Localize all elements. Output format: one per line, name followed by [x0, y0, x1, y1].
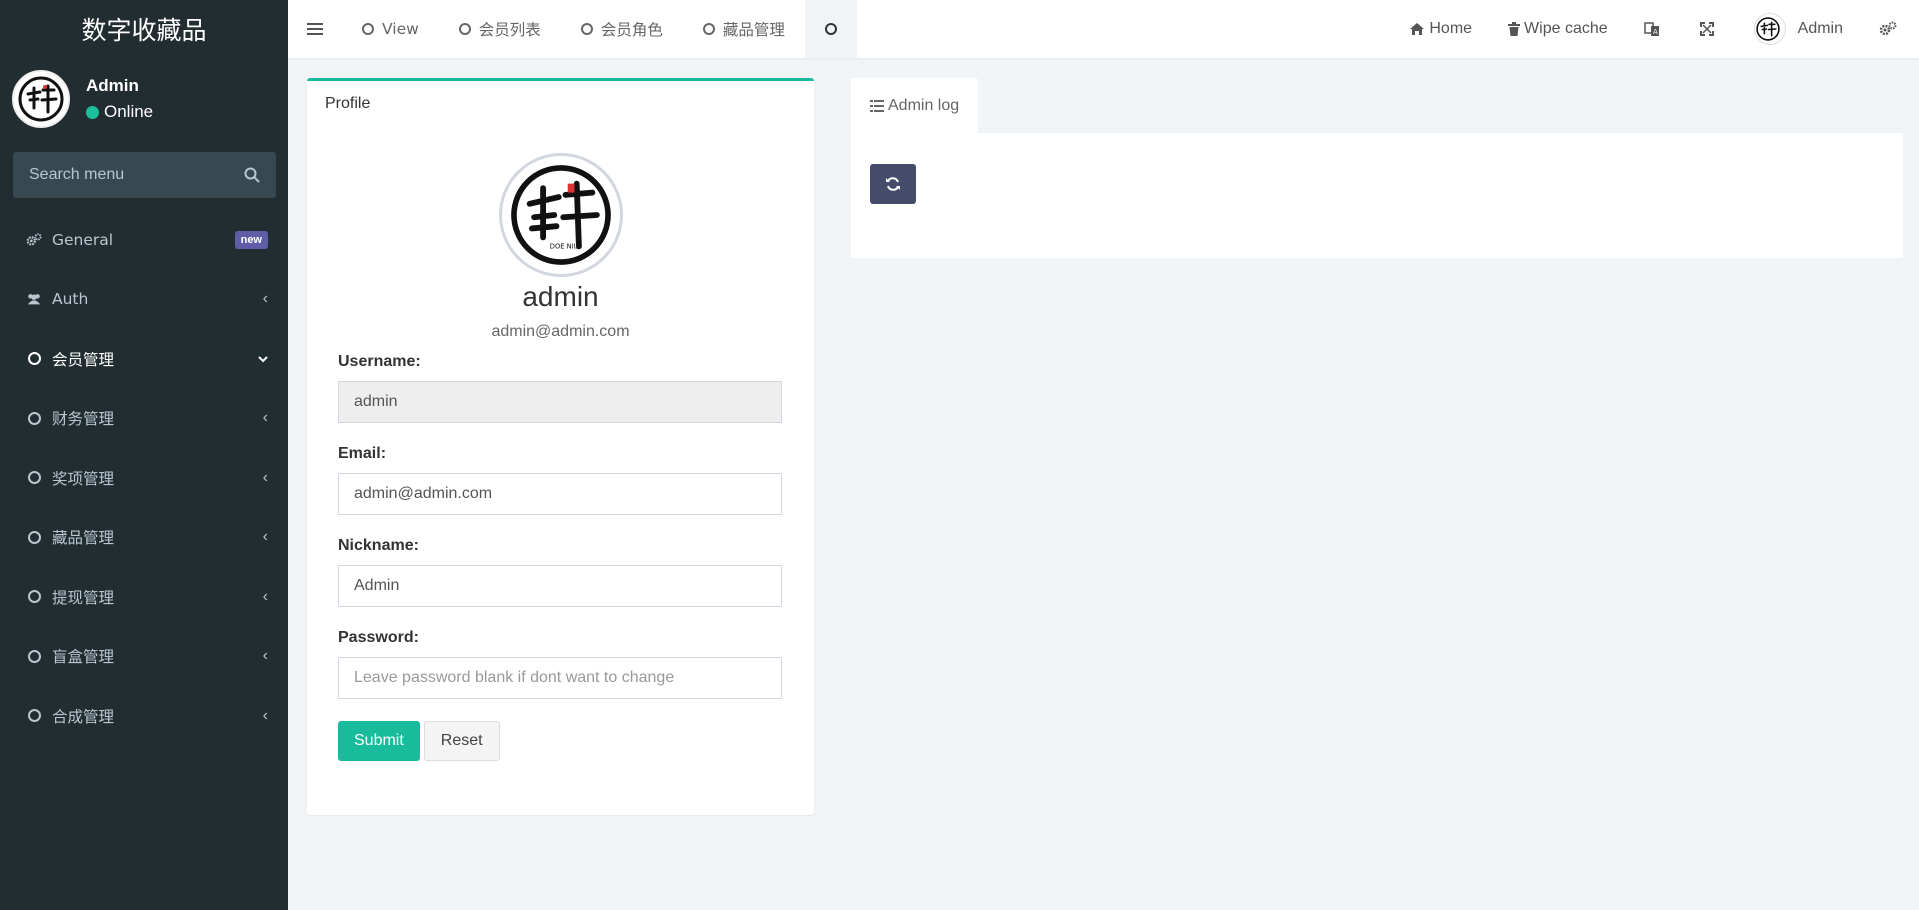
circle-icon	[458, 23, 471, 35]
nav-right: Home Wipe cache A Admin	[1391, 0, 1919, 58]
nickname-field[interactable]	[338, 565, 782, 607]
password-label: Password:	[338, 629, 419, 646]
tab-member-role[interactable]: 会员角色	[561, 0, 683, 58]
users-icon	[26, 292, 42, 306]
language-button[interactable]: A	[1626, 0, 1682, 58]
tab-collection[interactable]: 藏品管理	[683, 0, 805, 58]
profile-panel: Profile DOE NIU admin admin@admin.com Us…	[307, 78, 814, 815]
sidebar: 数字收藏品 Admin Online General new	[0, 0, 288, 910]
sidebar-item-synthesis[interactable]: 合成管理 ‹	[0, 686, 288, 746]
profile-email: admin@admin.com	[491, 323, 630, 340]
profile-form: Username: Email: Nickname: Password: Sub…	[307, 353, 814, 761]
tab-current[interactable]	[804, 0, 857, 58]
wipe-cache-button[interactable]: Wipe cache	[1490, 0, 1626, 58]
chevron-left-icon: ‹	[262, 290, 268, 308]
chevron-left-icon: ‹	[262, 468, 268, 486]
sidebar-item-finance[interactable]: 财务管理 ‹	[0, 389, 288, 449]
avatar	[1753, 13, 1786, 45]
username-label: Username:	[338, 353, 421, 370]
logo-icon: DOE NIU	[510, 165, 611, 265]
admin-menu[interactable]: Admin	[1736, 0, 1861, 58]
home-link[interactable]: Home	[1391, 0, 1490, 58]
fullscreen-button[interactable]	[1682, 0, 1736, 58]
tab-member-list[interactable]: 会员列表	[439, 0, 561, 58]
chevron-left-icon: ‹	[262, 647, 268, 665]
user-name: Admin	[86, 76, 139, 95]
gears-icon	[1879, 21, 1897, 36]
circle-icon	[26, 471, 42, 485]
user-status: Online	[86, 102, 153, 122]
chevron-down-icon	[258, 350, 268, 368]
profile-avatar[interactable]: DOE NIU	[498, 153, 623, 277]
circle-icon	[26, 411, 42, 425]
circle-icon	[702, 23, 715, 35]
profile-name: admin	[522, 281, 599, 312]
log-tabs: Admin log	[851, 78, 979, 133]
logo-icon	[18, 76, 64, 122]
logo-icon	[1755, 17, 1780, 41]
page-tabs: View 会员列表 会员角色 藏品管理	[342, 0, 857, 58]
refresh-button[interactable]	[870, 164, 916, 204]
tab-admin-log[interactable]: Admin log	[851, 78, 979, 133]
svg-text:A: A	[1653, 28, 1658, 36]
fullscreen-icon	[1699, 22, 1714, 36]
sidebar-item-general[interactable]: General new	[0, 210, 288, 270]
online-dot-icon	[86, 105, 99, 119]
tab-view[interactable]: View	[342, 0, 439, 58]
sidebar-search	[13, 152, 276, 198]
search-icon[interactable]	[244, 167, 260, 183]
sidebar-item-award[interactable]: 奖项管理 ‹	[0, 448, 288, 508]
refresh-icon	[886, 177, 900, 191]
list-icon	[870, 99, 884, 112]
email-label: Email:	[338, 445, 387, 462]
circle-icon	[26, 649, 42, 663]
trash-icon	[1508, 22, 1521, 36]
circle-icon	[580, 23, 593, 35]
chevron-left-icon: ‹	[262, 587, 268, 605]
circle-icon	[26, 709, 42, 723]
user-panel: Admin Online	[0, 58, 288, 140]
svg-text:DOE NIU: DOE NIU	[549, 243, 578, 251]
sidebar-toggle-button[interactable]	[288, 0, 342, 58]
sidebar-item-blindbox[interactable]: 盲盒管理 ‹	[0, 627, 288, 687]
circle-icon	[26, 530, 42, 544]
admin-log-panel	[851, 133, 1903, 258]
brand-title[interactable]: 数字收藏品	[0, 0, 288, 58]
avatar	[12, 70, 70, 128]
new-badge: new	[234, 230, 268, 249]
sidebar-item-member[interactable]: 会员管理	[0, 329, 288, 389]
chevron-left-icon: ‹	[262, 528, 268, 546]
sidebar-item-auth[interactable]: Auth ‹	[0, 270, 288, 330]
password-field[interactable]	[338, 657, 782, 699]
search-input[interactable]	[29, 166, 229, 184]
profile-title: Profile	[325, 95, 371, 112]
top-header: View 会员列表 会员角色 藏品管理 Home Wipe cache A Ad…	[288, 0, 1919, 58]
sidebar-item-collection[interactable]: 藏品管理 ‹	[0, 508, 288, 568]
circle-icon	[362, 23, 374, 35]
sidebar-item-withdraw[interactable]: 提现管理 ‹	[0, 567, 288, 627]
language-icon: A	[1643, 22, 1659, 36]
home-icon	[1410, 23, 1425, 35]
sidebar-menu: General new Auth ‹ 会员管理 财务管理 ‹ 奖项管理 ‹ 藏品…	[0, 210, 288, 746]
settings-button[interactable]	[1861, 0, 1919, 58]
gears-icon	[26, 232, 42, 248]
username-field[interactable]	[338, 381, 782, 423]
circle-icon	[26, 352, 42, 366]
circle-icon	[26, 590, 42, 604]
nickname-label: Nickname:	[338, 537, 419, 554]
hamburger-icon	[307, 23, 323, 35]
submit-button[interactable]: Submit	[338, 721, 420, 761]
chevron-left-icon: ‹	[262, 706, 268, 724]
email-field[interactable]	[338, 473, 782, 515]
circle-icon	[824, 23, 837, 35]
reset-button[interactable]: Reset	[423, 721, 500, 761]
chevron-left-icon: ‹	[262, 409, 268, 427]
